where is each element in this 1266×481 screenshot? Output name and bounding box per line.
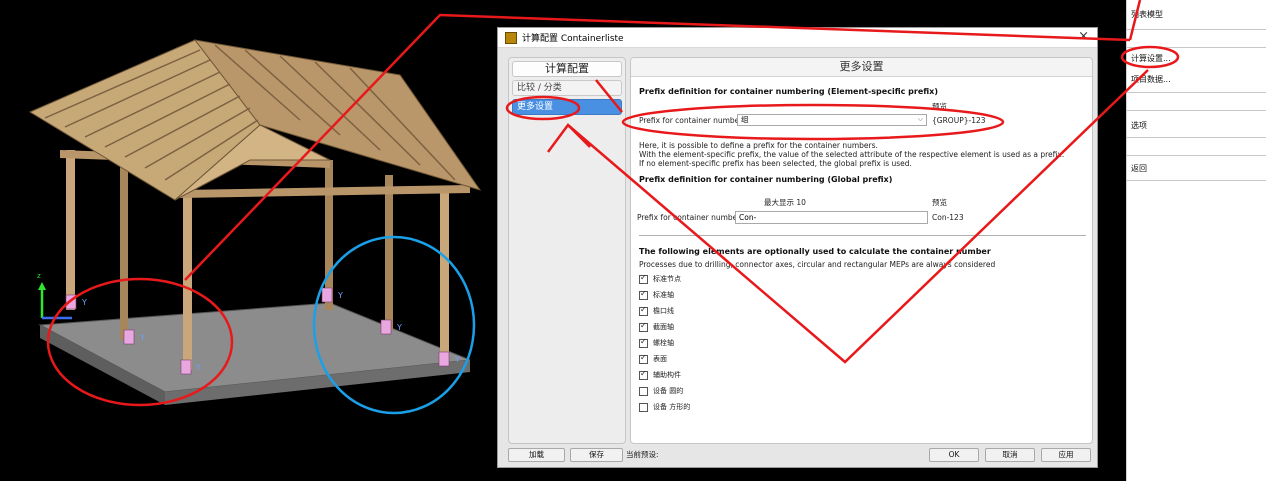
element-preview-value: {GROUP}-123 (932, 116, 986, 125)
elements-title: The following elements are optionally us… (639, 247, 991, 256)
checkbox-bolt-axis[interactable]: 螺栓轴 (639, 337, 674, 348)
checkbox-icon[interactable] (639, 386, 648, 396)
section-divider (639, 235, 1086, 236)
checkbox-icon[interactable] (639, 305, 648, 316)
screen: Y Y Y Y Y Y z 计算配置 Containerliste × 计算配置… (0, 0, 1266, 481)
post (440, 190, 449, 360)
menu-item-options[interactable]: 选项 (1131, 120, 1147, 131)
menu-separator (1127, 47, 1266, 48)
global-preview-header: 预览 (932, 198, 947, 207)
checkbox-icon[interactable] (639, 321, 648, 332)
checkbox-section-axis[interactable]: 截面轴 (639, 321, 674, 332)
global-preview-value: Con-123 (932, 213, 964, 222)
post (325, 160, 333, 310)
nav-item-more-settings[interactable]: 更多设置 (512, 99, 622, 115)
elements-note: Processes due to drilling, connector axe… (639, 260, 996, 269)
element-prefix-select[interactable]: 组 ⌵ (737, 114, 927, 126)
menu-separator (1127, 29, 1266, 30)
content-header: 更多设置 (631, 58, 1092, 77)
menu-item-list-model[interactable]: 列表模型 (1131, 9, 1163, 20)
z-axis-label: z (37, 272, 41, 280)
checkbox-mep-round[interactable]: 设备 圆的 (639, 386, 683, 396)
post (120, 160, 128, 340)
chevron-down-icon: ⌵ (917, 115, 923, 123)
element-prefix-select-value: 组 (741, 115, 749, 124)
help-text-line: With the element-specific prefix, the va… (639, 150, 1065, 159)
element-prefix-title: Prefix definition for container numberin… (639, 87, 938, 96)
menu-item-calc-settings[interactable]: 计算设置... (1131, 53, 1171, 64)
connector-y-marker: Y (337, 291, 343, 300)
max-length-label: 最大显示 10 (764, 198, 806, 207)
close-icon[interactable]: × (1078, 29, 1089, 44)
menu-separator (1127, 155, 1266, 156)
global-prefix-title: Prefix definition for container numberin… (639, 175, 893, 184)
help-text-line: If no element-specific prefix has been s… (639, 159, 912, 168)
checkbox-surface[interactable]: 表面 (639, 353, 667, 364)
app-icon (505, 32, 517, 44)
help-text-line: Here, it is possible to define a prefix … (639, 141, 878, 150)
load-button[interactable]: 加载 (508, 448, 565, 462)
context-menu: 列表模型 计算设置... 项目数据... 选项 返回 (1126, 0, 1266, 481)
cancel-button[interactable]: 取消 (985, 448, 1035, 462)
connector-y-marker: Y (454, 355, 460, 364)
checkbox-icon[interactable] (639, 353, 648, 364)
menu-separator (1127, 110, 1266, 111)
connector-y-marker: Y (195, 363, 201, 372)
settings-content: 更多设置 Prefix definition for container num… (630, 57, 1093, 444)
menu-separator (1127, 92, 1266, 93)
global-prefix-label: Prefix for container number (637, 213, 741, 222)
checkbox-icon[interactable] (639, 273, 648, 284)
element-preview-header: 预览 (932, 102, 947, 111)
menu-separator (1127, 137, 1266, 138)
menu-item-project-data[interactable]: 项目数据... (1131, 74, 1171, 85)
menu-separator (1127, 180, 1266, 181)
save-button[interactable]: 保存 (570, 448, 623, 462)
nav-item-compare-sort[interactable]: 比较 / 分类 (512, 80, 622, 96)
current-preset-label: 当前预设: (626, 450, 659, 459)
checkbox-standard-node[interactable]: 标准节点 (639, 273, 681, 284)
element-prefix-label: Prefix for container number (639, 116, 743, 125)
dialog-footer: 加载 保存 当前预设: OK 取消 应用 (498, 444, 1097, 468)
global-prefix-input[interactable]: Con- (735, 211, 928, 224)
nav-header: 计算配置 (512, 61, 622, 77)
post (385, 175, 393, 330)
checkbox-auxiliary[interactable]: 辅助构件 (639, 369, 681, 380)
dialog-title: 计算配置 Containerliste (522, 34, 624, 44)
checkbox-eaves-line[interactable]: 檐口线 (639, 305, 674, 316)
post (183, 195, 192, 370)
connector-y-marker: Y (139, 333, 145, 342)
connector-y-marker: Y (81, 298, 87, 307)
checkbox-icon[interactable] (639, 289, 648, 300)
calc-config-dialog: 计算配置 Containerliste × 计算配置 比较 / 分类 更多设置 … (497, 27, 1098, 468)
checkbox-icon[interactable] (639, 369, 648, 380)
checkbox-standard-axis[interactable]: 标准轴 (639, 289, 674, 300)
checkbox-icon[interactable] (639, 402, 648, 412)
checkbox-mep-square[interactable]: 设备 方形的 (639, 402, 690, 412)
z-axis-arrow-icon (38, 282, 46, 290)
apply-button[interactable]: 应用 (1041, 448, 1091, 462)
checkbox-icon[interactable] (639, 337, 648, 348)
settings-nav: 计算配置 比较 / 分类 更多设置 (508, 57, 626, 444)
post (66, 150, 75, 310)
menu-item-back[interactable]: 返回 (1131, 163, 1147, 174)
ok-button[interactable]: OK (929, 448, 979, 462)
pavilion-model: Y Y Y Y Y Y z (28, 39, 482, 405)
dialog-titlebar[interactable]: 计算配置 Containerliste × (498, 28, 1097, 48)
3d-viewport[interactable]: Y Y Y Y Y Y z (0, 0, 497, 481)
connector-y-marker: Y (396, 323, 402, 332)
